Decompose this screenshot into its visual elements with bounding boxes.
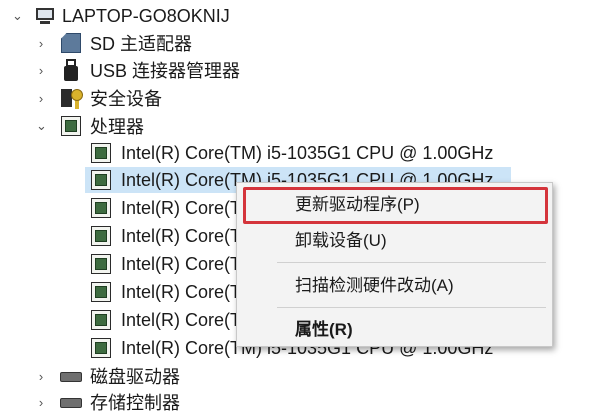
processor-item[interactable]: Intel(R) Core(TM) i5-1035G1 CPU @ 1.00GH…: [0, 140, 520, 166]
processor-icon: [91, 170, 111, 190]
chevron-down-icon[interactable]: ⌄: [12, 8, 23, 24]
processor-label: Intel(R) Core(TM) i5-1035G1 CPU @ 1.00GH…: [121, 142, 494, 163]
tree-category-security[interactable]: › 安全设备: [0, 85, 300, 111]
menu-item-scan-hardware[interactable]: 扫描检测硬件改动(A): [237, 268, 552, 298]
tree-category-storage-controllers[interactable]: › 存储控制器: [0, 389, 300, 415]
tree-category-label: 处理器: [90, 117, 144, 137]
menu-item-uninstall-device[interactable]: 卸载设备(U): [237, 223, 552, 253]
tree-category-processors[interactable]: ⌄ 处理器: [0, 113, 300, 139]
tree-category-label: 存储控制器: [90, 393, 180, 413]
menu-item-label: 属性(R): [295, 319, 353, 339]
processor-icon: [91, 338, 111, 358]
annotation-highlight-box: [243, 187, 548, 224]
tree-category-label: 安全设备: [90, 89, 162, 109]
tree-category-label: 磁盘驱动器: [90, 367, 180, 387]
menu-item-label: 卸载设备(U): [295, 230, 387, 250]
processor-icon: [91, 310, 111, 330]
processor-icon: [61, 116, 81, 136]
menu-separator: [277, 307, 546, 308]
disk-drive-icon: [60, 371, 82, 383]
processor-icon: [91, 198, 111, 218]
chevron-right-icon[interactable]: ›: [36, 369, 46, 384]
processor-icon: [91, 143, 111, 163]
processor-icon: [91, 282, 111, 302]
processor-icon: [91, 226, 111, 246]
chevron-right-icon[interactable]: ›: [36, 36, 46, 51]
computer-icon: [34, 8, 56, 24]
tree-category-disk-drives[interactable]: › 磁盘驱动器: [0, 363, 300, 389]
tree-category-label: USB 连接器管理器: [90, 61, 241, 81]
chevron-right-icon[interactable]: ›: [36, 63, 46, 78]
tree-category-sd[interactable]: › SD 主适配器: [0, 30, 300, 56]
tree-category-label: SD 主适配器: [90, 34, 193, 54]
tree-root-label: LAPTOP-GO8OKNIJ: [62, 5, 230, 26]
chevron-right-icon[interactable]: ›: [36, 91, 46, 106]
tree-category-usb[interactable]: › USB 连接器管理器: [0, 57, 300, 83]
usb-icon: [64, 59, 78, 81]
security-device-icon: [61, 87, 83, 109]
menu-item-label: 扫描检测硬件改动(A): [295, 275, 454, 295]
storage-controller-icon: [60, 397, 82, 409]
menu-separator: [277, 262, 546, 263]
processor-icon: [91, 254, 111, 274]
chevron-down-icon[interactable]: ⌄: [36, 118, 47, 134]
sd-card-icon: [60, 32, 82, 54]
chevron-right-icon[interactable]: ›: [36, 395, 46, 410]
menu-item-properties[interactable]: 属性(R): [237, 312, 552, 342]
